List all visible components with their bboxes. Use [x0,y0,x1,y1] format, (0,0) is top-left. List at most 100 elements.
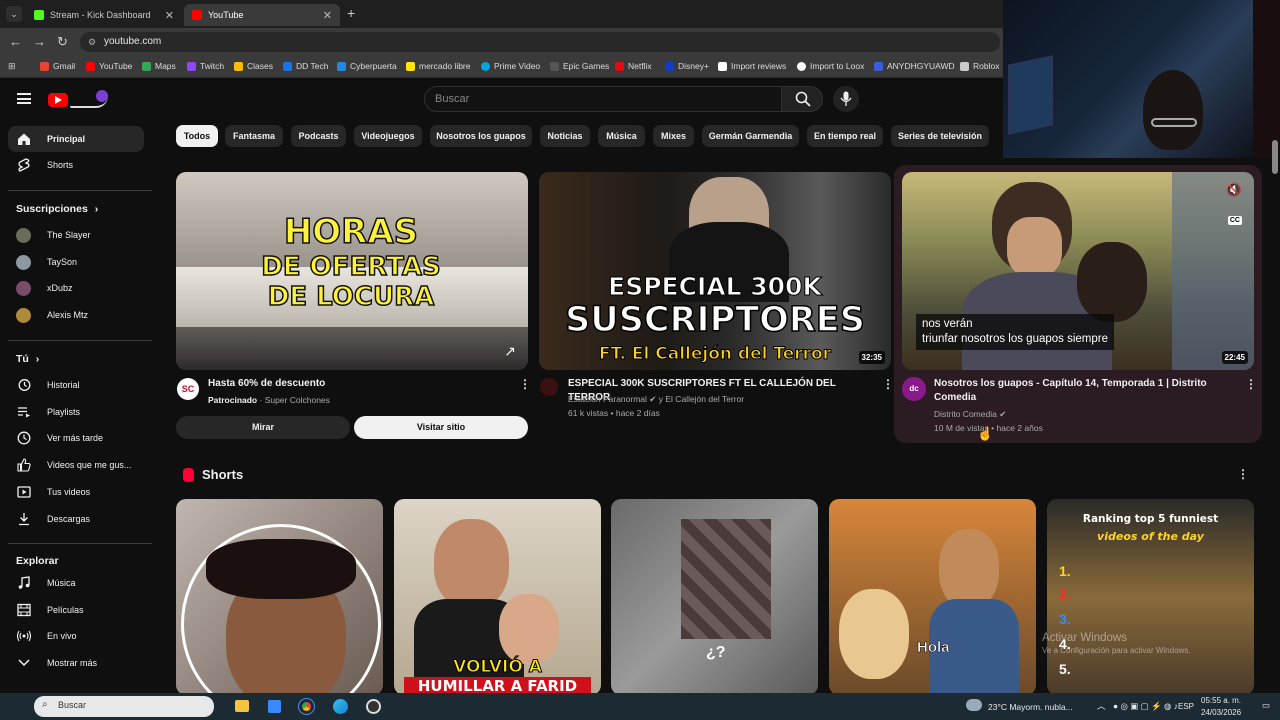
channel-avatar[interactable]: SC [177,378,199,400]
bookmark-epicgames[interactable]: Epic Games [550,61,609,71]
notifications-icon[interactable]: ▭ [1262,700,1270,711]
bookmark-gmail[interactable]: Gmail [40,61,75,71]
sidebar-item-musica[interactable]: Música [8,570,144,596]
channel-collab[interactable]: y El Callejón del Terror [659,394,744,404]
bookmark-mercadolibre[interactable]: mercado libre [406,61,471,71]
sidebar-item-shorts[interactable]: Shorts [8,152,144,178]
short-thumbnail[interactable]: Hola [829,499,1036,695]
menu-icon[interactable] [17,93,31,104]
obs-icon[interactable] [366,699,381,714]
sidebar-item-principal[interactable]: Principal [8,126,144,152]
sidebar-item-ver-mas-tarde[interactable]: Ver más tarde [8,425,144,451]
voice-search-button[interactable] [833,86,859,112]
visit-site-button[interactable]: Visitar sitio [354,416,528,439]
short-thumbnail[interactable]: ¿? [611,499,818,695]
sidebar-item-mostrar-mas[interactable]: Mostrar más [8,650,144,676]
mute-icon[interactable]: 🔇 [1226,182,1242,198]
bookmark-primevideo[interactable]: Prime Video [481,61,540,71]
external-link-icon[interactable]: ↗ [504,343,516,360]
site-info-icon[interactable]: ⚙ [88,32,96,52]
chip-nosotros-los-guapos[interactable]: Nosotros los guapos [430,125,532,147]
chip-todos[interactable]: Todos [176,125,218,147]
chip-german-garmendia[interactable]: Germán Garmendia [702,125,799,147]
chip-mixes[interactable]: Mixes [653,125,694,147]
back-arrow-icon[interactable]: ← [9,34,22,49]
ad-thumbnail[interactable]: HORAS DE OFERTAS DE LOCURA ↗ [176,172,528,370]
more-options-icon[interactable]: ⋮ [1245,377,1257,391]
apps-grid-icon[interactable]: ⊞ [8,61,16,72]
video-title[interactable]: Nosotros los guapos - Capítulo 14, Tempo… [934,377,1234,405]
new-tab-button[interactable]: + [347,5,355,21]
reload-icon[interactable]: ↻ [57,34,68,50]
channel-name[interactable]: Super Colchones [265,395,330,405]
watch-button[interactable]: Mirar [176,416,350,439]
video-title[interactable]: Hasta 60% de descuento [208,377,325,391]
tab-kick-dashboard[interactable]: Stream - Kick Dashboard ✕ [26,4,182,26]
close-icon[interactable]: ✕ [323,9,332,22]
captions-icon[interactable]: CC [1227,216,1242,225]
short-thumbnail[interactable]: Ranking top 5 funniest videos of the day… [1047,499,1254,695]
bookmark-twitch[interactable]: Twitch [187,61,224,71]
store-icon[interactable] [268,700,281,713]
chip-fantasma[interactable]: Fantasma [225,125,283,147]
sidebar-item-historial[interactable]: Historial [8,372,144,398]
video-preview[interactable]: 🔇 CC nos verán triunfar nosotros los gua… [902,172,1254,370]
bookmark-netflix[interactable]: Netflix [615,61,652,71]
sidebar-item-en-vivo[interactable]: En vivo [8,623,144,649]
more-options-icon[interactable]: ⋮ [519,377,531,391]
search-button[interactable] [781,86,823,112]
bookmark-anydhgyuawd[interactable]: ANYDHGYUAWD [874,61,955,71]
short-thumbnail[interactable] [176,499,383,695]
bookmark-import-reviews[interactable]: Import reviews [718,61,786,71]
sidebar-item-subscription[interactable]: Alexis Mtz [8,302,144,328]
tab-youtube[interactable]: YouTube ✕ [184,4,340,26]
bookmark-maps[interactable]: Maps [142,61,176,71]
channel-avatar[interactable] [540,378,558,396]
sidebar-item-tus-videos[interactable]: Tus videos [8,479,144,505]
page-scrollbar[interactable] [1272,140,1278,174]
video-thumbnail[interactable]: ESPECIAL 300K SUSCRIPTORES FT. El Callej… [539,172,891,370]
chip-noticias[interactable]: Noticias [540,125,590,147]
bookmark-cyberpuerta[interactable]: Cyberpuerta [337,61,397,71]
sidebar-item-subscription[interactable]: The Slayer [8,222,144,248]
chip-podcasts[interactable]: Podcasts [291,125,346,147]
search-input[interactable]: Buscar [424,86,782,112]
channel-name[interactable]: Estación Paranormal [568,394,647,404]
tab-list-button[interactable]: ⌄ [6,6,22,22]
chrome-icon[interactable] [298,698,315,715]
you-heading[interactable]: Tú › [16,353,39,365]
channel-name[interactable]: Distrito Comedia [934,409,997,419]
youtube-logo[interactable] [48,90,110,110]
sidebar-item-liked-videos[interactable]: Videos que me gus... [8,452,144,478]
shorts-more-options-icon[interactable]: ⋮ [1237,467,1249,481]
bookmark-import-loox[interactable]: Import to Loox [797,61,864,71]
file-explorer-icon[interactable] [235,700,249,712]
tray-chevron-icon[interactable]: ︿ [1097,700,1106,712]
bookmark-clases[interactable]: Clases [234,61,273,71]
bookmark-ddtech[interactable]: DD Tech [283,61,328,71]
sidebar-item-descargas[interactable]: Descargas [8,506,144,532]
chip-en-tiempo-real[interactable]: En tiempo real [807,125,883,147]
chip-videojuegos[interactable]: Videojuegos [354,125,422,147]
tray-icons[interactable]: ● ◎ ▣ ▢ ⚡ ◍ ♪ [1113,701,1178,712]
bookmark-youtube[interactable]: YouTube [86,61,132,71]
bookmark-roblox[interactable]: Roblox [960,61,999,71]
chip-series-television[interactable]: Series de televisión [891,125,989,147]
weather-text[interactable]: 23°C Mayorm. nubla... [988,702,1073,712]
forward-arrow-icon[interactable]: → [33,34,46,49]
channel-avatar[interactable]: dc [902,377,926,401]
subscriptions-heading[interactable]: Suscripciones › [16,203,98,215]
bookmark-disney[interactable]: Disney+ [665,61,709,71]
chip-musica[interactable]: Música [598,125,645,147]
close-icon[interactable]: ✕ [165,9,174,22]
short-thumbnail[interactable]: VOLVIÓ A HUMILLAR A FARID [394,499,601,695]
address-bar[interactable]: ⚙ youtube.com [80,32,1000,52]
sidebar-item-peliculas[interactable]: Películas [8,597,144,623]
sidebar-item-playlists[interactable]: Playlists [8,399,144,425]
sidebar-item-subscription[interactable]: xDubz [8,275,144,301]
edge-icon[interactable] [333,699,348,714]
sidebar-item-subscription[interactable]: TaySon [8,249,144,275]
more-options-icon[interactable]: ⋮ [882,377,894,391]
taskbar-search[interactable]: ⌕ Buscar [34,696,214,717]
language-indicator[interactable]: ESP [1178,702,1194,711]
